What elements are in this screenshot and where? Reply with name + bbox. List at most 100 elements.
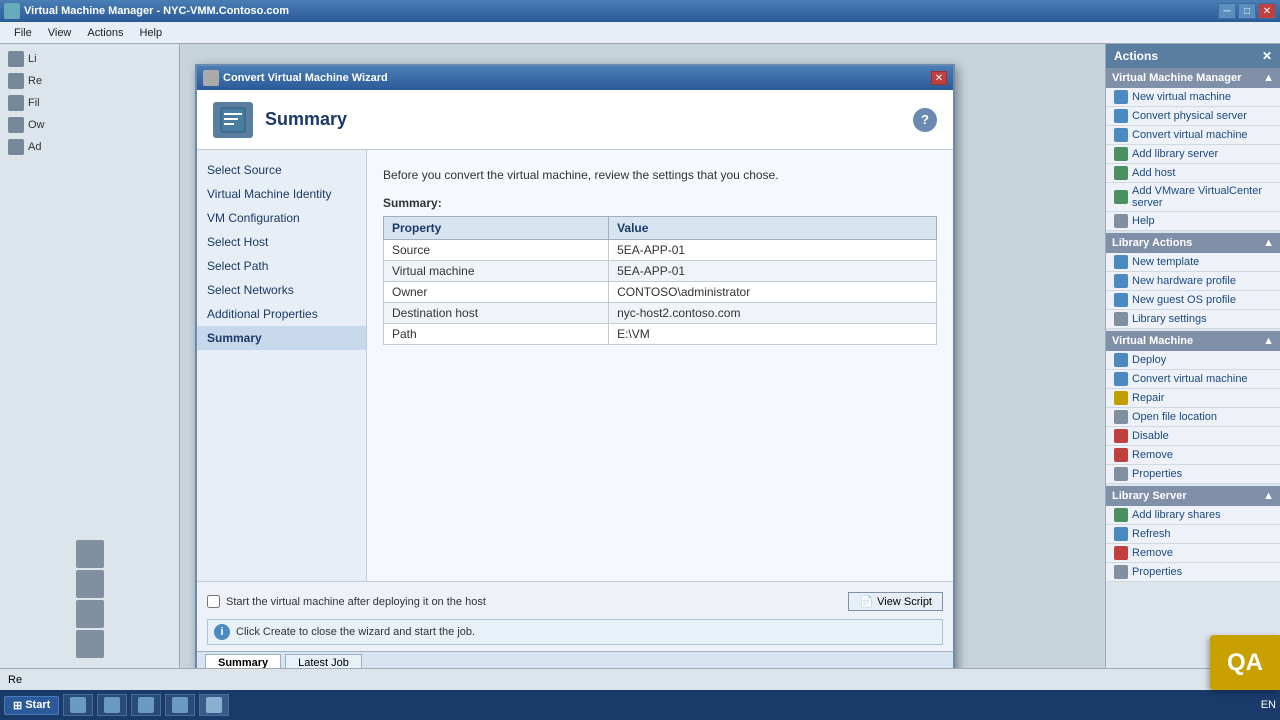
outer-window: Virtual Machine Manager - NYC-VMM.Contos…	[0, 0, 1280, 720]
action-disable[interactable]: Disable	[1106, 427, 1280, 446]
collapse-vm-icon: ▲	[1263, 335, 1274, 347]
menu-view[interactable]: View	[40, 25, 80, 41]
summary-table: Property Value Source 5EA-APP-01	[383, 216, 937, 345]
action-remove-vm[interactable]: Remove	[1106, 446, 1280, 465]
left-nav-recent[interactable]: Re	[0, 70, 179, 92]
nav-select-networks[interactable]: Select Networks	[197, 278, 366, 302]
section-library-header[interactable]: Library Actions ▲	[1106, 233, 1280, 253]
dialog-footer: Start the virtual machine after deployin…	[197, 581, 953, 651]
collapse-vmm-icon: ▲	[1263, 72, 1274, 84]
val-owner: CONTOSO\administrator	[609, 282, 937, 303]
val-vm: 5EA-APP-01	[609, 261, 937, 282]
minimize-button[interactable]: ─	[1218, 3, 1236, 19]
dialog-help-button[interactable]: ?	[913, 108, 937, 132]
action-new-hw-profile[interactable]: New hardware profile	[1106, 272, 1280, 291]
table-row: Path E:\VM	[384, 324, 937, 345]
action-deploy[interactable]: Deploy	[1106, 351, 1280, 370]
nav-summary[interactable]: Summary	[197, 326, 366, 350]
collapse-lib-server-icon: ▲	[1263, 490, 1274, 502]
dialog-title-icon	[203, 70, 219, 86]
action-add-host[interactable]: Add host	[1106, 164, 1280, 183]
left-nav-add[interactable]: Ad	[0, 136, 179, 158]
action-convert-physical[interactable]: Convert physical server	[1106, 107, 1280, 126]
nav-icon-3[interactable]	[76, 600, 104, 628]
menu-actions[interactable]: Actions	[79, 25, 131, 41]
action-new-guest-os[interactable]: New guest OS profile	[1106, 291, 1280, 310]
action-convert-vm2[interactable]: Convert virtual machine	[1106, 370, 1280, 389]
left-nav-owner[interactable]: Ow	[0, 114, 179, 136]
filter-icon	[8, 95, 24, 111]
nav-vm-identity[interactable]: Virtual Machine Identity	[197, 182, 366, 206]
taskbar-app-3[interactable]	[131, 694, 161, 716]
taskbar-icon-3	[138, 697, 154, 713]
action-open-file[interactable]: Open file location	[1106, 408, 1280, 427]
owner-icon	[8, 117, 24, 133]
new-template-icon	[1114, 255, 1128, 269]
taskbar-locale: EN	[1261, 699, 1276, 711]
tab-summary[interactable]: Summary	[205, 654, 281, 668]
nav-icon-1[interactable]	[76, 540, 104, 568]
convert-vm2-icon	[1114, 372, 1128, 386]
section-lib-server-header[interactable]: Library Server ▲	[1106, 486, 1280, 506]
window-close-button[interactable]: ✕	[1258, 3, 1276, 19]
start-button[interactable]: ⊞ Start	[4, 696, 59, 715]
start-icon: ⊞	[13, 699, 22, 712]
action-add-lib-shares[interactable]: Add library shares	[1106, 506, 1280, 525]
prop-vm: Virtual machine	[384, 261, 609, 282]
help-icon	[1114, 214, 1128, 228]
table-row: Source 5EA-APP-01	[384, 240, 937, 261]
open-file-icon	[1114, 410, 1128, 424]
action-remove-server[interactable]: Remove	[1106, 544, 1280, 563]
start-vm-label: Start the virtual machine after deployin…	[226, 596, 486, 608]
taskbar-app-2[interactable]	[97, 694, 127, 716]
action-repair[interactable]: Repair	[1106, 389, 1280, 408]
dialog-nav: Select Source Virtual Machine Identity V…	[197, 150, 367, 581]
nav-select-source[interactable]: Select Source	[197, 158, 366, 182]
nav-vm-config[interactable]: VM Configuration	[197, 206, 366, 230]
maximize-button[interactable]: □	[1238, 3, 1256, 19]
checkbox-row: Start the virtual machine after deployin…	[207, 588, 943, 615]
convert-physical-icon	[1114, 109, 1128, 123]
main-panel: Convert Virtual Machine Wizard ✕	[180, 44, 1105, 668]
convert-virtual-icon	[1114, 128, 1128, 142]
section-vmm: Virtual Machine Manager ▲ New virtual ma…	[1106, 68, 1280, 231]
prop-path: Path	[384, 324, 609, 345]
nav-icon-4[interactable]	[76, 630, 104, 658]
taskbar-app-1[interactable]	[63, 694, 93, 716]
taskbar-app-4[interactable]	[165, 694, 195, 716]
action-new-vm[interactable]: New virtual machine	[1106, 88, 1280, 107]
start-vm-checkbox[interactable]	[207, 595, 220, 608]
nav-select-host[interactable]: Select Host	[197, 230, 366, 254]
action-library-settings[interactable]: Library settings	[1106, 310, 1280, 329]
taskbar-app-vmm[interactable]	[199, 694, 229, 716]
deploy-icon	[1114, 353, 1128, 367]
section-lib-server: Library Server ▲ Add library shares Refr…	[1106, 486, 1280, 582]
action-new-template[interactable]: New template	[1106, 253, 1280, 272]
left-nav-library[interactable]: Li	[0, 48, 179, 70]
nav-icon-2[interactable]	[76, 570, 104, 598]
section-vm-header[interactable]: Virtual Machine ▲	[1106, 331, 1280, 351]
action-refresh[interactable]: Refresh	[1106, 525, 1280, 544]
dialog-header-title: Summary	[265, 109, 347, 130]
action-properties-server[interactable]: Properties	[1106, 563, 1280, 582]
summary-icon	[213, 102, 253, 138]
view-script-button[interactable]: 📄 View Script	[848, 592, 943, 611]
tab-latest-job[interactable]: Latest Job	[285, 654, 362, 668]
action-convert-virtual[interactable]: Convert virtual machine	[1106, 126, 1280, 145]
menu-help[interactable]: Help	[131, 25, 170, 41]
action-help[interactable]: Help	[1106, 212, 1280, 231]
table-row: Destination host nyc-host2.contoso.com	[384, 303, 937, 324]
menu-file[interactable]: File	[6, 25, 40, 41]
section-vmm-header[interactable]: Virtual Machine Manager ▲	[1106, 68, 1280, 88]
nav-select-path[interactable]: Select Path	[197, 254, 366, 278]
right-panel-close[interactable]: ✕	[1262, 49, 1272, 63]
disable-icon	[1114, 429, 1128, 443]
collapse-library-icon: ▲	[1263, 237, 1274, 249]
dialog-close-button[interactable]: ✕	[931, 71, 947, 85]
nav-additional-props[interactable]: Additional Properties	[197, 302, 366, 326]
action-add-library[interactable]: Add library server	[1106, 145, 1280, 164]
action-properties-vm[interactable]: Properties	[1106, 465, 1280, 484]
col-property: Property	[384, 217, 609, 240]
action-add-vmware[interactable]: Add VMware VirtualCenter server	[1106, 183, 1280, 212]
left-nav-filter[interactable]: Fil	[0, 92, 179, 114]
